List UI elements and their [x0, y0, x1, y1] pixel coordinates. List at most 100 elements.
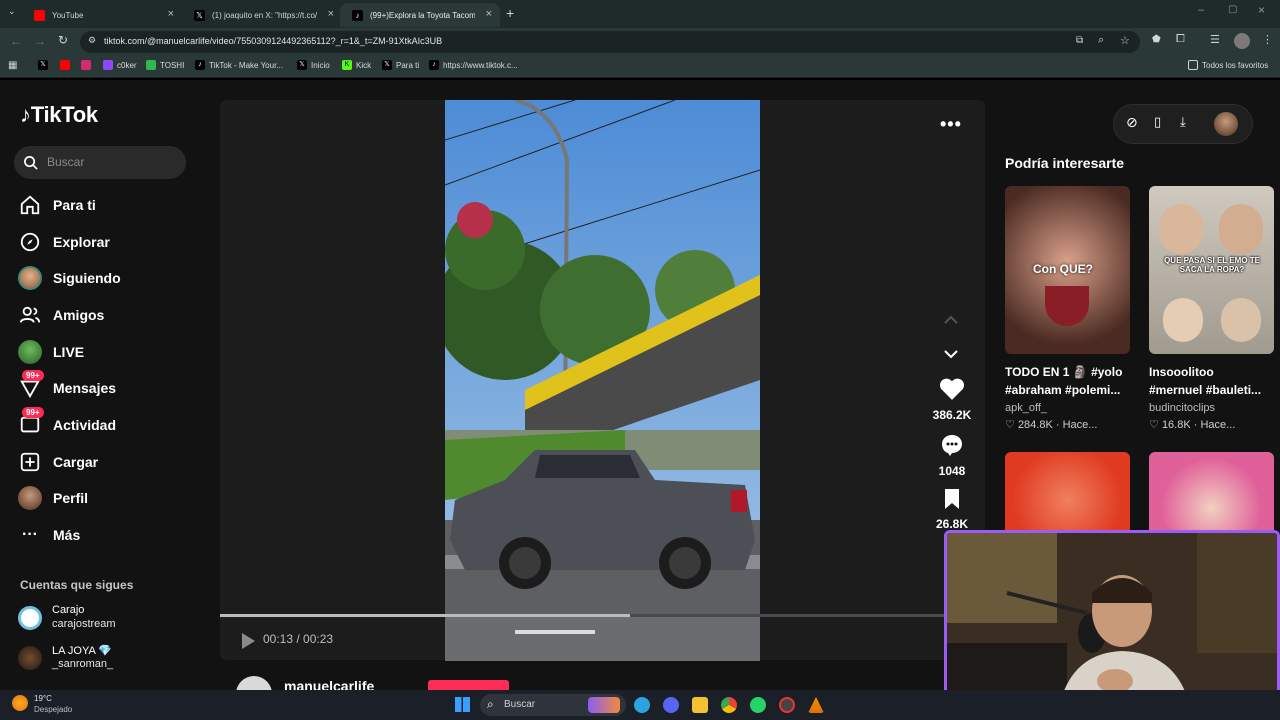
bookmark-tiktok[interactable]: ♪ TikTok - Make Your...	[195, 60, 283, 70]
bookmark-kick[interactable]: K Kick	[342, 60, 371, 70]
next-video-icon[interactable]	[943, 348, 959, 360]
taskbar-search[interactable]: ⌕ Buscar	[480, 694, 626, 716]
extension-shield-icon[interactable]: ⬟	[1152, 34, 1161, 45]
x-icon: 𝕏	[297, 60, 307, 70]
zoom-icon[interactable]: ⌕	[1098, 34, 1104, 47]
nav-para-ti[interactable]: Para ti	[18, 190, 96, 220]
nav-siguiendo[interactable]: Siguiendo	[18, 263, 121, 293]
back-icon[interactable]: ←	[10, 34, 22, 48]
tiktok-logo[interactable]: ♪TikTok	[20, 102, 98, 128]
tiktok-icon: ♪	[195, 60, 205, 70]
nav-mensajes[interactable]: 99+ Mensajes	[18, 370, 116, 403]
bookmark-toshi[interactable]: TOSHI	[146, 60, 184, 70]
following-handle: carajostream	[52, 618, 116, 630]
bookmark-x[interactable]: 𝕏	[38, 60, 52, 70]
reco-author: budincitoclips	[1149, 402, 1216, 414]
profile-avatar-icon[interactable]	[1234, 33, 1250, 49]
search-input[interactable]: Buscar	[14, 146, 186, 179]
nav-cargar[interactable]: Cargar	[18, 447, 98, 477]
heart-icon	[939, 378, 965, 400]
discord-icon[interactable]	[663, 697, 679, 713]
video-progress-bar[interactable]	[220, 614, 945, 617]
author-username[interactable]: manuelcarlife	[284, 678, 374, 690]
youtube-icon	[60, 60, 70, 70]
apps-grid-icon[interactable]: ▦	[8, 60, 17, 71]
bookmarks-bar: ▦ 𝕏 c0ker TOSHI ♪ TikTok - Make Your... 𝕏…	[0, 56, 1280, 78]
vlc-icon[interactable]	[808, 697, 824, 713]
all-bookmarks[interactable]: Todos los favoritos	[1188, 60, 1268, 70]
recording-app-icon[interactable]	[779, 697, 795, 713]
site-info-icon[interactable]: ⚙	[88, 35, 96, 46]
close-tab-icon[interactable]: ×	[328, 8, 334, 20]
follow-button[interactable]	[428, 680, 509, 690]
media-icon[interactable]: ☰	[1210, 33, 1220, 46]
search-placeholder: Buscar	[47, 155, 85, 169]
download-icon[interactable]: ⤓	[1180, 114, 1186, 130]
following-section-title: Cuentas que sigues	[20, 578, 134, 592]
close-tab-icon[interactable]: ×	[486, 8, 492, 20]
previous-video-icon[interactable]	[943, 313, 959, 325]
thumb-person	[1163, 298, 1203, 342]
reco-title: Insooolitoo #mernuel #bauleti...	[1149, 365, 1262, 397]
nav-live[interactable]: LIVE	[18, 337, 84, 367]
nav-perfil[interactable]: Perfil	[18, 483, 88, 513]
device-icon[interactable]: ▯	[1154, 114, 1161, 130]
minimize-icon[interactable]: –	[1198, 4, 1204, 16]
profile-avatar-icon	[18, 486, 42, 510]
avatar	[18, 606, 42, 630]
comment-action[interactable]: 1048	[928, 433, 976, 478]
save-action[interactable]: 26.8K	[928, 488, 976, 531]
file-explorer-icon[interactable]	[692, 697, 708, 713]
close-window-icon[interactable]: ×	[1258, 3, 1265, 17]
new-tab-icon[interactable]: +	[506, 5, 514, 21]
search-highlight-icon	[588, 697, 620, 713]
explore-circle-icon[interactable]: ⊘	[1126, 114, 1138, 131]
reload-icon[interactable]: ↻	[58, 33, 68, 47]
browser-menu-icon[interactable]: ⋮	[1262, 33, 1273, 46]
nav-amigos[interactable]: Amigos	[18, 300, 104, 330]
tab-list-chevron-icon[interactable]: ⌄	[8, 6, 16, 17]
extensions-icon[interactable]: ⧠	[1176, 33, 1185, 46]
avatar	[18, 646, 42, 670]
weather-icon[interactable]	[12, 695, 28, 711]
windows-start-icon[interactable]	[455, 697, 470, 712]
whatsapp-icon[interactable]	[750, 697, 766, 713]
nav-actividad[interactable]: 99+ Actividad	[18, 407, 116, 440]
play-icon[interactable]	[240, 632, 256, 650]
forward-icon[interactable]: →	[34, 34, 46, 48]
author-avatar[interactable]	[236, 676, 272, 690]
activity-icon: 99+	[18, 407, 44, 437]
bookmark-tiktok-url[interactable]: ♪ https://www.tiktok.c...	[429, 60, 518, 70]
like-action[interactable]: 386.2K	[928, 377, 976, 422]
close-tab-icon[interactable]: ×	[168, 8, 174, 20]
home-icon	[18, 193, 42, 217]
bookmark-para-ti[interactable]: 𝕏 Para ti	[382, 60, 419, 70]
thumb-caption: QUE PASA SI EL EMO TE SACA LA ROPA?	[1164, 256, 1260, 274]
account-avatar[interactable]	[1214, 112, 1238, 136]
tab-x[interactable]: 𝕏 (1) joaquito en X: "https://t.co/... ×	[182, 3, 342, 27]
comment-icon	[942, 435, 962, 456]
bookmark-star-icon[interactable]: ☆	[1120, 34, 1130, 47]
thumb-person	[1221, 298, 1261, 342]
url-text: tiktok.com/@manuelcarlife/video/75503091…	[104, 36, 443, 46]
chrome-icon[interactable]	[721, 697, 737, 713]
thumb-caption: Con QUE?	[1033, 262, 1093, 276]
url-field[interactable]: ⚙ tiktok.com/@manuelcarlife/video/755030…	[80, 31, 1140, 53]
reco-thumbnail-partial[interactable]	[1149, 452, 1274, 532]
nav-explorar[interactable]: Explorar	[18, 227, 110, 257]
bookmark-inicio[interactable]: 𝕏 Inicio	[297, 60, 330, 70]
bookmark-youtube[interactable]	[60, 60, 74, 70]
nav-mas[interactable]: ··· Más	[18, 520, 80, 550]
maximize-icon[interactable]: ▢	[1228, 4, 1237, 15]
more-options-icon[interactable]: •••	[940, 114, 962, 135]
telegram-icon[interactable]	[634, 697, 650, 713]
install-app-icon[interactable]: ⧉	[1076, 35, 1083, 46]
more-dots-icon: ···	[22, 526, 38, 543]
bookmark-instagram[interactable]	[81, 60, 95, 70]
reco-thumbnail-partial[interactable]	[1005, 452, 1130, 532]
tiktok-favicon-icon: ♪	[352, 10, 363, 21]
bookmark-c0ker[interactable]: c0ker	[103, 60, 137, 70]
tab-tiktok[interactable]: ♪ (99+)Explora la Toyota Tacoma... ×	[340, 3, 500, 27]
tab-youtube[interactable]: YouTube ×	[22, 3, 182, 27]
video-frame[interactable]	[445, 100, 760, 661]
